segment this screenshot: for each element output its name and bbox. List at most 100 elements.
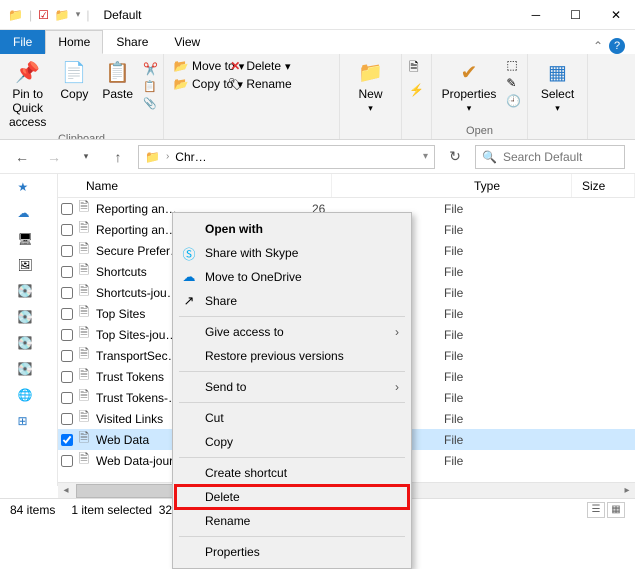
context-menu: Open with ⓈShare with Skype ☁Move to One…: [172, 212, 412, 569]
group-label: Clipboard: [58, 133, 105, 140]
ctx-skype[interactable]: ⓈShare with Skype: [175, 241, 409, 265]
chevron-down-icon[interactable]: ▾: [423, 151, 428, 162]
column-headers[interactable]: Name Date modified Type Size: [58, 174, 635, 198]
row-checkbox[interactable]: [61, 350, 73, 362]
up-button[interactable]: ↑: [106, 145, 130, 169]
help-icon[interactable]: ?: [609, 38, 625, 54]
onedrive-icon[interactable]: ☁: [18, 206, 40, 222]
checkbox-icon[interactable]: ☑: [38, 8, 49, 22]
row-checkbox[interactable]: [61, 455, 73, 467]
recent-dropdown[interactable]: ▾: [74, 145, 98, 169]
ctx-sendto[interactable]: Send to›: [175, 375, 409, 399]
newitem-icon[interactable]: 🗎: [409, 58, 424, 79]
row-checkbox[interactable]: [61, 287, 73, 299]
folder-icon: 📁: [145, 150, 160, 164]
quickaccess-icon[interactable]: ★: [18, 180, 40, 196]
close-button[interactable]: ✕: [605, 4, 627, 26]
window-icon[interactable]: ⊞: [18, 414, 40, 430]
ctx-delete[interactable]: Delete: [175, 485, 409, 509]
refresh-button[interactable]: ↻: [443, 145, 467, 169]
copypath-icon[interactable]: 📋: [143, 80, 158, 93]
paste-icon: 📋: [105, 60, 130, 85]
tab-view[interactable]: View: [161, 30, 213, 54]
row-checkbox[interactable]: [61, 245, 73, 257]
row-checkbox[interactable]: [61, 329, 73, 341]
dropdown-icon[interactable]: ▾: [76, 9, 81, 20]
paste-button[interactable]: 📋Paste: [98, 58, 137, 103]
share-icon: ↗: [181, 293, 197, 309]
minimize-button[interactable]: ─: [526, 4, 547, 26]
onedrive-icon: ☁: [181, 269, 197, 285]
search-box[interactable]: 🔍: [475, 145, 625, 169]
ctx-properties[interactable]: Properties: [175, 540, 409, 564]
pictures-icon[interactable]: 🖼: [18, 258, 40, 274]
maximize-button[interactable]: ☐: [564, 4, 587, 26]
chevron-right-icon: ›: [166, 151, 169, 162]
row-checkbox[interactable]: [61, 371, 73, 383]
drive-icon[interactable]: 💽: [18, 310, 40, 326]
nav-pane[interactable]: ★ ☁ 🖥 🖼 💽 💽 💽 💽 🌐 ⊞: [0, 174, 58, 486]
properties-button[interactable]: ✔Properties▾: [438, 58, 501, 116]
search-input[interactable]: [503, 150, 635, 164]
ctx-share[interactable]: ↗Share: [175, 289, 409, 313]
pin-button[interactable]: 📌Pin to Quick access: [5, 58, 50, 131]
ribbon-tabs: File Home Share View ⌃ ?: [0, 30, 635, 54]
row-checkbox[interactable]: [61, 392, 73, 404]
row-checkbox[interactable]: [61, 224, 73, 236]
col-size[interactable]: Size: [572, 174, 635, 197]
easyaccess-icon[interactable]: ⚡: [409, 83, 424, 97]
pasteshortcut-icon[interactable]: 📎: [143, 97, 158, 110]
file-type: File: [444, 454, 552, 468]
tab-file[interactable]: File: [0, 30, 45, 54]
delete-button[interactable]: ✕Delete ▾: [226, 58, 293, 74]
select-button[interactable]: ▦Select▾: [537, 58, 578, 116]
network-icon[interactable]: 🌐: [18, 388, 40, 404]
breadcrumb[interactable]: Chr…: [175, 150, 206, 164]
view-details-button[interactable]: ☰: [587, 502, 605, 518]
file-icon: 🗎: [76, 261, 92, 283]
ctx-copy[interactable]: Copy: [175, 430, 409, 454]
ctx-access[interactable]: Give access to›: [175, 320, 409, 344]
row-checkbox[interactable]: [61, 308, 73, 320]
row-checkbox[interactable]: [61, 266, 73, 278]
scroll-right-icon[interactable]: ▸: [619, 483, 635, 499]
skype-icon: Ⓢ: [181, 245, 197, 261]
col-name[interactable]: Name: [76, 174, 332, 197]
row-checkbox[interactable]: [61, 413, 73, 425]
file-type: File: [444, 244, 552, 258]
file-icon: 🗎: [76, 366, 92, 388]
open-icon[interactable]: ⬚: [506, 58, 521, 72]
select-icon: ▦: [548, 60, 567, 85]
rename-button[interactable]: 🏷Rename: [226, 76, 293, 92]
ctx-cut[interactable]: Cut: [175, 406, 409, 430]
new-button[interactable]: 📁New▾: [354, 58, 387, 116]
thispc-icon[interactable]: 🖥: [18, 232, 40, 248]
tab-share[interactable]: Share: [103, 30, 161, 54]
back-button[interactable]: ←: [10, 145, 34, 169]
drive-icon[interactable]: 💽: [18, 362, 40, 378]
chevron-up-icon[interactable]: ⌃: [593, 39, 603, 53]
file-icon: 🗎: [76, 387, 92, 409]
row-checkbox[interactable]: [61, 434, 73, 446]
file-type: File: [444, 349, 552, 363]
ctx-restore[interactable]: Restore previous versions: [175, 344, 409, 368]
view-large-button[interactable]: ▦: [607, 502, 625, 518]
history-icon[interactable]: 🕘: [506, 94, 521, 108]
forward-button[interactable]: →: [42, 145, 66, 169]
drive-icon[interactable]: 💽: [18, 336, 40, 352]
ctx-shortcut[interactable]: Create shortcut: [175, 461, 409, 485]
ctx-onedrive[interactable]: ☁Move to OneDrive: [175, 265, 409, 289]
cut-icon[interactable]: ✂️: [143, 62, 158, 76]
copy-button[interactable]: 📄Copy: [56, 58, 92, 103]
edit-icon[interactable]: ✎: [506, 76, 521, 90]
col-type[interactable]: Type: [464, 174, 572, 197]
row-checkbox[interactable]: [61, 203, 73, 215]
tab-home[interactable]: Home: [45, 30, 103, 54]
scroll-left-icon[interactable]: ◂: [58, 483, 74, 499]
file-icon: 🗎: [76, 429, 92, 451]
drive-icon[interactable]: 💽: [18, 284, 40, 300]
ctx-openwith[interactable]: Open with: [175, 217, 409, 241]
rename-icon: 🏷: [228, 77, 242, 91]
address-box[interactable]: 📁 › Chr… ▾: [138, 145, 435, 169]
ctx-rename[interactable]: Rename: [175, 509, 409, 533]
